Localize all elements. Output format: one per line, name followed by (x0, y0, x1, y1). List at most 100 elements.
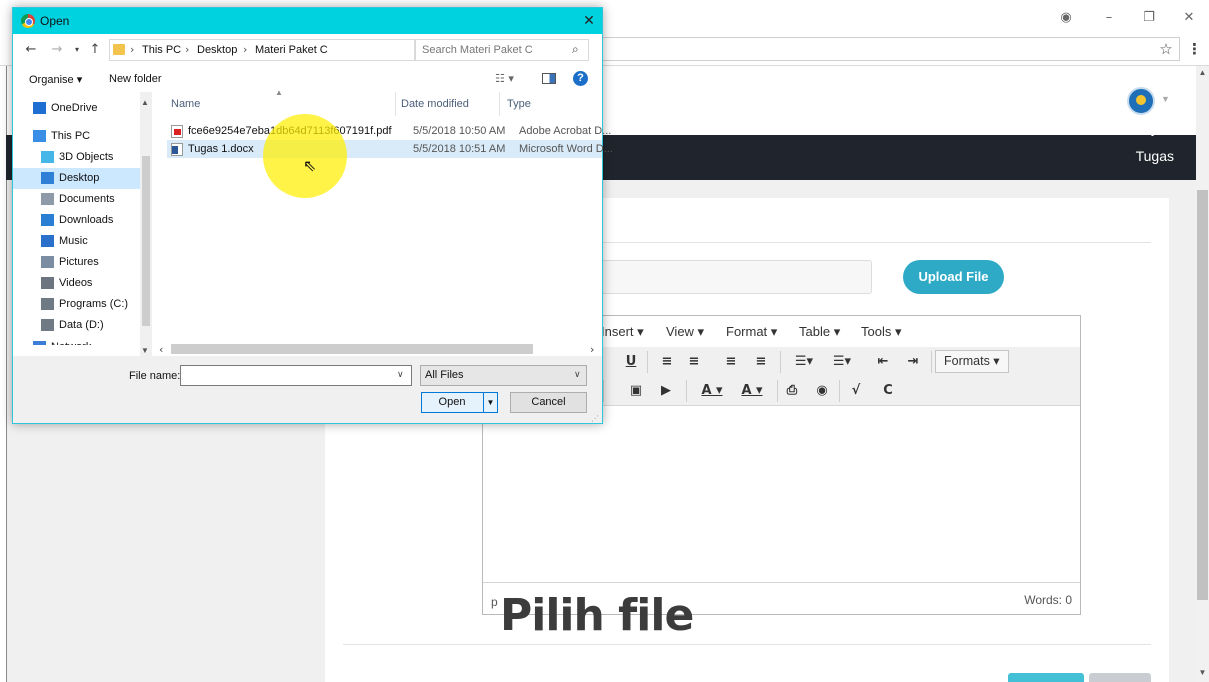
menu-table[interactable]: Table ▾ (799, 324, 840, 340)
search-icon[interactable]: ⌕ (572, 42, 579, 57)
file-date: 5/5/2018 10:50 AM (413, 125, 506, 137)
view-options-icon[interactable]: ☷ ▾ (495, 72, 514, 85)
open-label[interactable]: Open (422, 396, 482, 408)
column-separator (499, 92, 500, 116)
horizontal-scrollbar[interactable]: ‹ › (153, 342, 602, 356)
scroll-up-icon[interactable]: ▲ (1196, 66, 1209, 80)
recent-locations-icon[interactable]: ▾ (69, 42, 85, 58)
sidebar-item-data-d[interactable]: Data (D:) (13, 315, 152, 336)
column-date-modified[interactable]: Date modified (401, 98, 469, 110)
bookmark-star-icon[interactable]: ☆ (1155, 39, 1177, 59)
scroll-up-icon[interactable]: ▲ (141, 98, 149, 107)
sidebar-item-3d-objects[interactable]: 3D Objects (13, 147, 152, 168)
file-row-docx[interactable]: Tugas 1.docx 5/5/2018 10:51 AM Microsoft… (167, 140, 613, 158)
horizontal-scrollbar-thumb[interactable] (171, 344, 533, 354)
browser-menu-icon[interactable]: ⋮ (1187, 39, 1202, 59)
align-center-icon[interactable]: ≡ (684, 352, 704, 372)
column-separator (395, 92, 396, 116)
organise-button[interactable]: Organise ▾ (29, 73, 82, 86)
scroll-right-icon[interactable]: › (590, 343, 594, 356)
sidebar-item-downloads[interactable]: Downloads (13, 210, 152, 231)
sidebar-item-onedrive[interactable]: OneDrive (13, 98, 152, 119)
math-icon[interactable]: √ (847, 381, 865, 401)
breadcrumb-this-pc[interactable]: This PC (142, 44, 181, 56)
image-icon[interactable]: ▣ (627, 381, 645, 401)
preview-icon[interactable]: ◉ (813, 381, 831, 401)
bullet-list-icon[interactable]: ☰▾ (787, 352, 821, 372)
sidebar-item-programs-c[interactable]: Programs (C:) (13, 294, 152, 315)
submit-button[interactable] (1008, 673, 1084, 682)
up-folder-icon[interactable]: ↑ (87, 42, 103, 58)
chevron-down-icon[interactable]: ∨ (574, 369, 581, 380)
toolbar-separator (647, 351, 648, 373)
search-input[interactable]: Search Materi Paket C ⌕ (415, 39, 589, 61)
column-name[interactable]: Name (171, 98, 200, 110)
address-bar[interactable] (600, 37, 1180, 61)
sidebar-item-videos[interactable]: Videos (13, 273, 152, 294)
nav-item-tugas[interactable]: Tugas (1136, 148, 1174, 164)
help-icon[interactable]: ? (573, 71, 588, 86)
page-scrollbar-thumb[interactable] (1197, 190, 1208, 600)
breadcrumb-materi-paket-c[interactable]: Materi Paket C (255, 44, 328, 56)
resize-grip-icon[interactable]: ⋰ (591, 414, 599, 423)
print-icon[interactable]: ⎙ (783, 381, 801, 401)
menu-format[interactable]: Format ▾ (726, 324, 777, 340)
open-button[interactable]: Open ▼ (421, 392, 498, 413)
upload-file-button[interactable]: Upload File (903, 260, 1004, 294)
preview-pane-icon[interactable] (542, 73, 556, 84)
indent-icon[interactable]: ⇥ (903, 352, 923, 372)
text-color-icon[interactable]: A ▾ (695, 381, 729, 401)
open-dropdown-icon[interactable]: ▼ (483, 393, 497, 412)
sidebar-item-music[interactable]: Music (13, 231, 152, 252)
dialog-title-bar[interactable]: Open ✕ (13, 8, 602, 34)
align-justify-icon[interactable]: ≡ (751, 352, 771, 372)
close-icon[interactable]: ✕ (580, 11, 598, 31)
toolbar-separator (603, 380, 604, 402)
file-type-select[interactable]: All Files ∨ (420, 365, 587, 386)
scroll-down-icon[interactable]: ▼ (1196, 666, 1209, 680)
cancel-button[interactable]: Cancel (510, 392, 587, 413)
cancel-page-button[interactable] (1089, 673, 1151, 682)
forward-icon[interactable]: → (49, 42, 65, 58)
menu-tools[interactable]: Tools ▾ (861, 324, 902, 340)
code-icon[interactable]: C (879, 381, 897, 401)
restore-icon[interactable]: ❐ (1138, 8, 1160, 28)
sidebar-item-pictures[interactable]: Pictures (13, 252, 152, 273)
align-right-icon[interactable]: ≡ (721, 352, 741, 372)
menu-insert[interactable]: Insert ▾ (601, 324, 644, 340)
breadcrumb-desktop[interactable]: Desktop (197, 44, 237, 56)
breadcrumb[interactable]: › This PC › Desktop › Materi Paket C ∨ ↻ (109, 39, 496, 61)
scroll-down-icon[interactable]: ▼ (141, 346, 149, 355)
file-path-input[interactable] (560, 260, 872, 294)
sidebar-item-label: Data (D:) (59, 319, 104, 331)
scroll-left-icon[interactable]: ‹ (159, 343, 163, 356)
close-window-icon[interactable]: ✕ (1178, 8, 1200, 28)
menu-view[interactable]: View ▾ (666, 324, 704, 340)
sidebar-item-network[interactable]: Network (13, 337, 152, 345)
avatar-caret-icon[interactable]: ▼ (1161, 94, 1170, 104)
underline-icon[interactable]: U (623, 352, 639, 372)
dialog-navigation: ← → ▾ ↑ › This PC › Desktop › Materi Pak… (13, 34, 602, 66)
element-path[interactable]: p (491, 595, 498, 609)
file-name-input[interactable]: ∨ (180, 365, 412, 386)
sidebar-scrollbar-thumb[interactable] (142, 156, 150, 326)
new-folder-button[interactable]: New folder (109, 73, 162, 85)
toolbar-separator (780, 351, 781, 373)
chevron-down-icon[interactable]: ∨ (397, 369, 404, 380)
sidebar-item-this-pc[interactable]: This PC (13, 126, 152, 147)
background-color-icon[interactable]: A ▾ (735, 381, 769, 401)
outdent-icon[interactable]: ⇤ (873, 352, 893, 372)
media-icon[interactable]: ▶ (657, 381, 675, 401)
sidebar-item-documents[interactable]: Documents (13, 189, 152, 210)
back-icon[interactable]: ← (23, 42, 39, 58)
formats-dropdown[interactable]: Formats ▾ (935, 350, 1009, 373)
sidebar-item-desktop[interactable]: Desktop (13, 168, 152, 189)
pdf-file-icon (171, 125, 183, 138)
numbered-list-icon[interactable]: ☰▾ (825, 352, 859, 372)
align-left-icon[interactable]: ≡ (657, 352, 677, 372)
account-icon[interactable]: ◉ (1055, 8, 1077, 28)
file-row-pdf[interactable]: fce6e9254e7eba1db64d7113f607191f.pdf 5/5… (167, 122, 611, 140)
column-type[interactable]: Type (507, 98, 531, 110)
minimize-icon[interactable]: – (1098, 8, 1120, 28)
user-avatar[interactable] (1127, 87, 1155, 115)
